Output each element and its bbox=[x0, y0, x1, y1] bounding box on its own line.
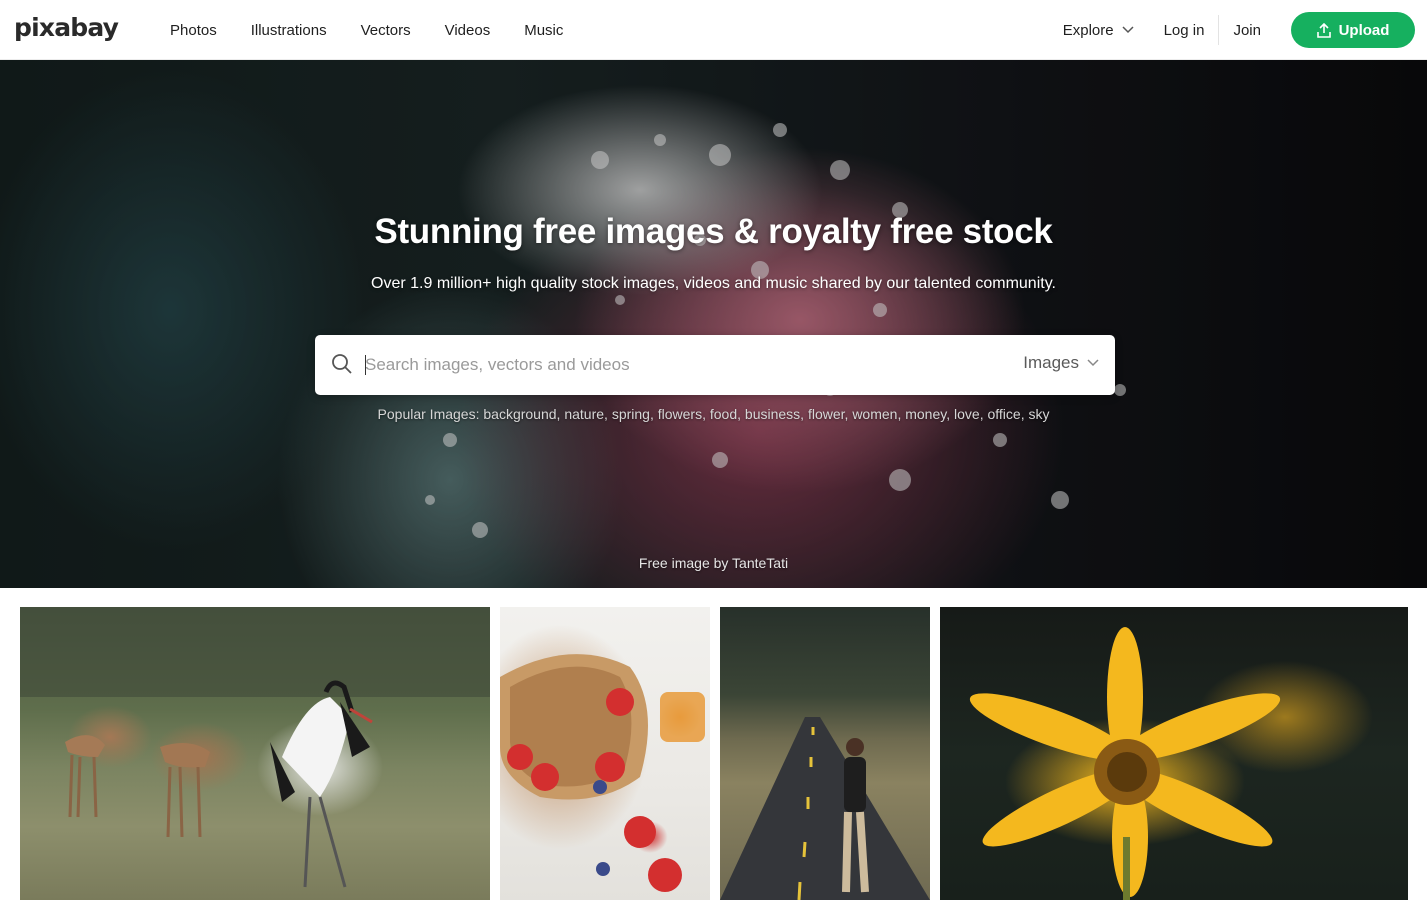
search-input[interactable] bbox=[365, 349, 1005, 381]
man-on-road-photo[interactable] bbox=[720, 607, 930, 900]
deer-and-crane-illustration bbox=[20, 607, 490, 888]
text-caret bbox=[365, 355, 366, 375]
popular-tag[interactable]: business bbox=[745, 406, 800, 422]
popular-tag[interactable]: sky bbox=[1028, 406, 1049, 422]
upload-button[interactable]: Upload bbox=[1291, 12, 1415, 48]
popular-tag[interactable]: women bbox=[852, 406, 897, 422]
top-navigation: pixabay Photos Illustrations Vectors Vid… bbox=[0, 0, 1427, 60]
popular-tag[interactable]: spring bbox=[612, 406, 650, 422]
upload-label: Upload bbox=[1338, 21, 1390, 39]
strawberries-tray-photo[interactable] bbox=[500, 607, 710, 900]
road-illustration bbox=[720, 717, 930, 900]
image-credit[interactable]: Free image by TanteTati bbox=[0, 555, 1427, 571]
hero-title: Stunning free images & royalty free stoc… bbox=[374, 212, 1053, 251]
media-type-select[interactable]: Images bbox=[1023, 353, 1099, 373]
yellow-flower-photo[interactable] bbox=[940, 607, 1408, 900]
popular-tag[interactable]: flowers bbox=[658, 406, 702, 422]
chevron-down-icon bbox=[1122, 26, 1134, 34]
media-type-value: Images bbox=[1023, 353, 1079, 372]
nav-link-music[interactable]: Music bbox=[524, 22, 563, 39]
popular-tag[interactable]: background bbox=[483, 406, 556, 422]
login-link[interactable]: Log in bbox=[1164, 22, 1205, 39]
upload-icon bbox=[1316, 22, 1331, 38]
nav-link-vectors[interactable]: Vectors bbox=[361, 22, 411, 39]
popular-tag[interactable]: nature bbox=[564, 406, 604, 422]
nav-link-illustrations[interactable]: Illustrations bbox=[251, 22, 327, 39]
chevron-down-icon bbox=[1087, 359, 1099, 367]
popular-tags: Popular Images: background, nature, spri… bbox=[377, 406, 1050, 422]
deer-and-crane-photo[interactable] bbox=[20, 607, 490, 900]
popular-tag[interactable]: love bbox=[954, 406, 980, 422]
explore-menu[interactable]: Explore bbox=[1063, 22, 1134, 39]
hero-overlay bbox=[0, 60, 1427, 588]
nav-link-videos[interactable]: Videos bbox=[445, 22, 491, 39]
search-bar: Images bbox=[315, 335, 1115, 395]
account-nav: Explore Log in Join Upload bbox=[1063, 0, 1415, 60]
explore-label: Explore bbox=[1062, 21, 1114, 39]
flower-illustration bbox=[969, 627, 1281, 900]
popular-label: Popular Images: bbox=[377, 406, 480, 422]
nav-divider bbox=[1218, 15, 1220, 45]
popular-tag[interactable]: office bbox=[987, 406, 1020, 422]
strawberries-illustration bbox=[500, 654, 705, 892]
join-link[interactable]: Join bbox=[1233, 22, 1261, 39]
search-icon[interactable] bbox=[331, 353, 353, 375]
nav-link-photos[interactable]: Photos bbox=[170, 22, 217, 39]
hero-subtitle: Over 1.9 million+ high quality stock ima… bbox=[371, 275, 1056, 292]
hero-banner: Stunning free images & royalty free stoc… bbox=[0, 60, 1427, 588]
popular-tag[interactable]: money bbox=[905, 406, 946, 422]
popular-tag[interactable]: food bbox=[710, 406, 737, 422]
popular-tag[interactable]: flower bbox=[808, 406, 845, 422]
pixabay-logo[interactable]: pixabay bbox=[14, 13, 119, 43]
main-nav: Photos Illustrations Vectors Videos Musi… bbox=[170, 0, 597, 60]
